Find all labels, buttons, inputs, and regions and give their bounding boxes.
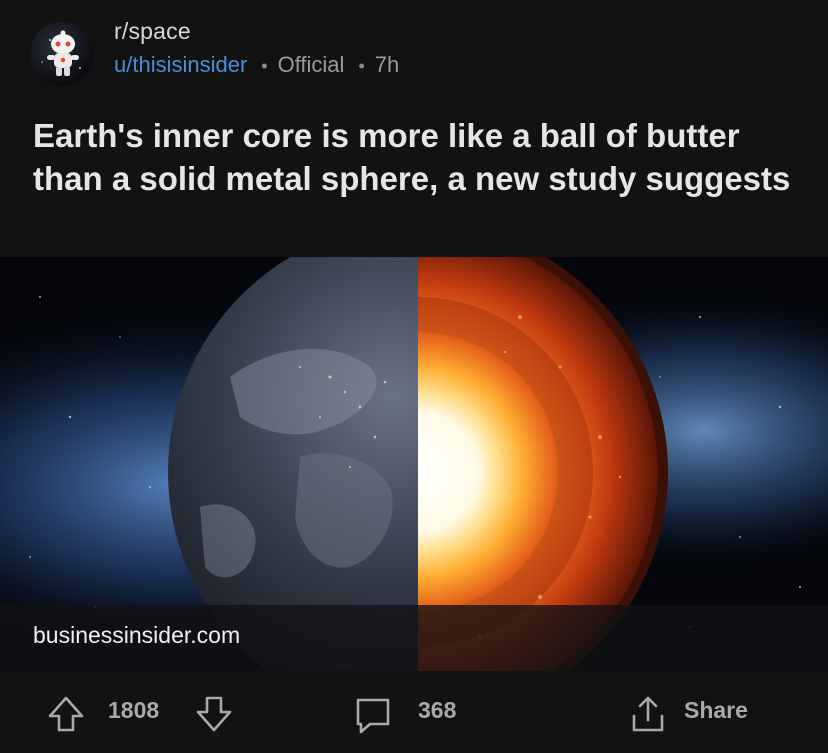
official-flair: Official	[277, 52, 345, 77]
post-header: r/space u/thisisinsider • Official • 7h	[0, 0, 828, 100]
upvote-arrow-icon[interactable]	[46, 694, 86, 734]
link-preview-image[interactable]: businessinsider.com	[0, 257, 828, 671]
post-age: 7h	[374, 52, 400, 77]
author-link[interactable]: u/thisisinsider	[114, 52, 247, 77]
post-card[interactable]: r/space u/thisisinsider • Official • 7h Eart…	[0, 0, 828, 753]
share-button[interactable]: Share	[684, 697, 748, 724]
comment-count[interactable]: 368	[418, 697, 456, 724]
vote-score: 1808	[108, 697, 160, 723]
post-meta: u/thisisinsider • Official • 7h	[114, 52, 399, 78]
post-action-bar: 1808 368 Share	[0, 671, 828, 753]
downvote-arrow-icon[interactable]	[194, 694, 234, 734]
share-icon[interactable]	[628, 694, 668, 736]
comment-bubble-icon[interactable]	[352, 694, 394, 736]
post-title[interactable]: Earth's inner core is more like a ball o…	[33, 114, 793, 200]
subreddit-name[interactable]: r/space	[114, 18, 191, 45]
subreddit-avatar[interactable]	[30, 22, 94, 86]
meta-separator: •	[261, 56, 268, 76]
link-domain-bar[interactable]: businessinsider.com	[0, 605, 828, 671]
link-domain[interactable]: businessinsider.com	[33, 622, 240, 649]
meta-separator: •	[358, 56, 365, 76]
